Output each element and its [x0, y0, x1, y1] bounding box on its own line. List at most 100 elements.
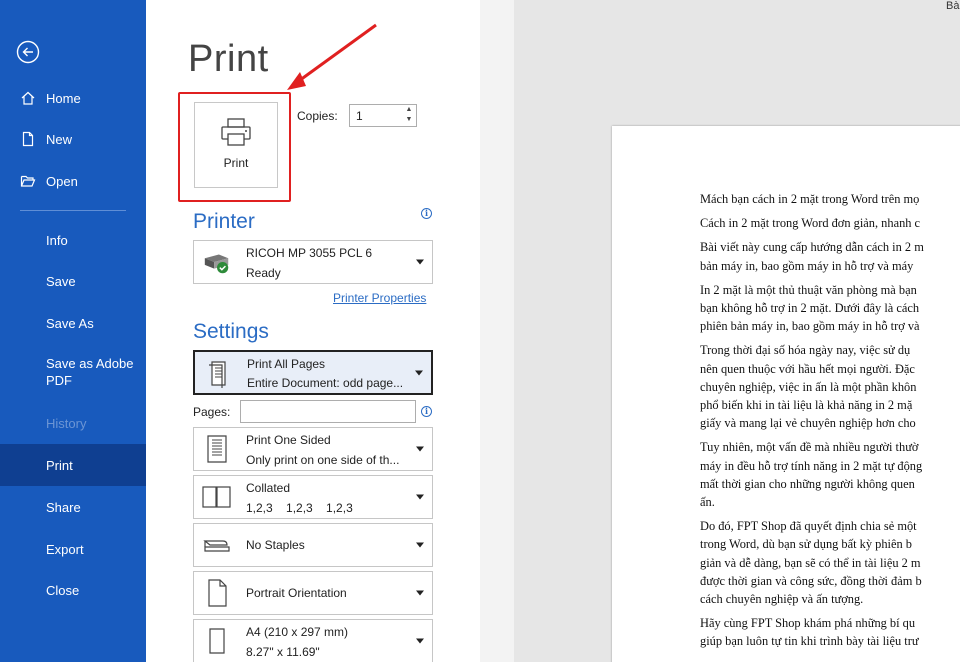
preview-line: Tuy nhiên, một vấn đề mà nhiều người thư… — [700, 440, 919, 455]
dropdown-arrow-icon — [415, 370, 423, 375]
nav-item-history: History — [0, 404, 146, 442]
spin-buttons[interactable]: ▲ ▼ — [402, 105, 416, 126]
preview-paragraph: Trong thời đại số hóa ngày nay, việc sử … — [700, 341, 960, 432]
nav-label: Export — [46, 541, 84, 557]
option-line2: 8.27" x 11.69" — [246, 645, 320, 659]
orientation-dropdown[interactable]: Portrait Orientation — [193, 571, 433, 615]
nav-item-open[interactable]: Open — [0, 162, 146, 200]
paper-size-dropdown[interactable]: A4 (210 x 297 mm) 8.27" x 11.69" — [193, 619, 433, 662]
preview-line: Cách in 2 mặt trong Word đơn giản, nhanh… — [700, 216, 921, 231]
dropdown-arrow-icon — [416, 494, 424, 500]
preview-line: In 2 mặt là một thủ thuật văn phòng mà b… — [700, 282, 917, 297]
nav-label: Save As — [46, 315, 94, 331]
nav-label: Share — [46, 499, 81, 515]
settings-section-title: Settings — [193, 320, 269, 343]
preview-text: Mách bạn cách in 2 mặt trong Word trên m… — [700, 190, 960, 657]
folder-open-icon — [20, 173, 36, 189]
chevron-down-icon[interactable]: ▼ — [402, 115, 416, 125]
chevron-up-icon[interactable]: ▲ — [402, 105, 416, 115]
back-arrow-icon[interactable] — [16, 40, 40, 64]
preview-line: giản và dễ dàng, bạn sẽ có thể in tài li… — [700, 555, 921, 570]
nav-item-export[interactable]: Export — [0, 530, 146, 568]
nav-item-save[interactable]: Save — [0, 262, 146, 300]
nav-item-home[interactable]: Home — [0, 79, 146, 117]
printer-icon — [221, 118, 251, 146]
home-icon — [20, 90, 36, 106]
nav-item-print[interactable]: Print — [0, 444, 146, 486]
staple-dropdown[interactable]: No Staples — [193, 523, 433, 567]
preview-line: trong Word, dù bạn sử dụng bất kỳ phiên … — [700, 537, 912, 552]
nav-item-save-as[interactable]: Save As — [0, 304, 146, 342]
paper-size-icon — [202, 626, 232, 656]
sides-dropdown[interactable]: Print One Sided Only print on one side o… — [193, 427, 433, 471]
printer-dropdown[interactable]: RICOH MP 3055 PCL 6 Ready — [193, 240, 433, 284]
nav-item-share[interactable]: Share — [0, 488, 146, 526]
info-icon[interactable]: i — [421, 406, 432, 417]
preview-paragraph: Do đó, FPT Shop đã quyết định chia sẻ mộ… — [700, 517, 960, 608]
preview-line: bạn không hỗ trợ in 2 mặt. Dưới đây là c… — [700, 301, 920, 316]
printer-status: Ready — [246, 266, 281, 280]
preview-line: mất thời gian cho những người không quen — [700, 476, 915, 491]
preview-line: cách chuyên nghiệp và ấn tượng. — [700, 592, 864, 607]
nav-label: History — [46, 415, 87, 431]
collation-dropdown[interactable]: Collated 1,2,3 1,2,3 1,2,3 — [193, 475, 433, 519]
preview-line: Trong thời đại số hóa ngày nay, việc sử … — [700, 343, 911, 358]
preview-page: Mách bạn cách in 2 mặt trong Word trên m… — [612, 126, 960, 662]
printer-name: RICOH MP 3055 PCL 6 — [246, 246, 373, 260]
preview-line: máy in đều hỗ trợ tính năng in 2 mặt tự … — [700, 458, 923, 473]
preview-line: chuyên nghiệp, việc in ấn là một phần kh… — [700, 379, 917, 394]
preview-line: giấy và mang lại vẻ chuyên nghiệp hơn ch… — [700, 416, 916, 431]
document-pages-icon — [203, 358, 233, 388]
dropdown-arrow-icon — [416, 638, 424, 644]
nav-label: Print — [46, 457, 73, 473]
print-range-dropdown[interactable]: Print All Pages Entire Document: odd pag… — [193, 350, 433, 395]
preview-line: Bài viết này cung cấp hướng dẫn cách in … — [700, 240, 924, 255]
backstage-nav: Home New Open Info Save Save As Save as … — [0, 0, 146, 662]
nav-label: Save as Adobe PDF — [46, 356, 134, 388]
printer-ready-icon — [202, 247, 232, 277]
nav-label: Save — [46, 273, 76, 289]
preview-paragraph: Hãy cùng FPT Shop khám phá những bí qu gi… — [700, 614, 960, 650]
nav-label: Home — [46, 90, 81, 106]
preview-line: phiên bản máy in, bao gồm máy in hỗ trợ … — [700, 319, 920, 334]
option-line2: Only print on one side of th... — [246, 453, 400, 467]
dropdown-arrow-icon — [416, 259, 424, 265]
nav-item-new[interactable]: New — [0, 120, 146, 158]
preview-paragraph: Mách bạn cách in 2 mặt trong Word trên m… — [700, 190, 960, 208]
nav-label: Info — [46, 232, 68, 248]
info-icon[interactable]: i — [421, 208, 432, 219]
dropdown-arrow-icon — [416, 590, 424, 596]
option-line1: Collated — [246, 481, 291, 495]
preview-line: ấn. — [700, 495, 715, 510]
one-sided-icon — [202, 434, 232, 464]
nav-item-save-as-adobe-pdf[interactable]: Save as Adobe PDF — [0, 351, 146, 395]
preview-paragraph: In 2 mặt là một thủ thuật văn phòng mà b… — [700, 281, 960, 336]
stapler-icon — [202, 530, 232, 560]
option-line1: A4 (210 x 297 mm) — [246, 625, 349, 639]
copies-value[interactable]: 1 — [350, 109, 402, 123]
nav-item-close[interactable]: Close — [0, 571, 146, 609]
page-title: Print — [188, 38, 269, 80]
pages-input[interactable] — [240, 400, 416, 423]
preview-line: Hãy cùng FPT Shop khám phá những bí qu — [700, 616, 916, 631]
printer-properties-link[interactable]: Printer Properties — [333, 291, 426, 305]
nav-item-info[interactable]: Info — [0, 221, 146, 259]
new-document-icon — [20, 131, 36, 147]
printer-section-title: Printer — [193, 210, 255, 233]
preview-line: phổ biến khi in tài liệu là khả năng in … — [700, 398, 913, 413]
preview-paragraph: Tuy nhiên, một vấn đề mà nhiều người thư… — [700, 438, 960, 511]
preview-paragraph: Bài viết này cung cấp hướng dẫn cách in … — [700, 238, 960, 274]
preview-gutter — [480, 0, 514, 662]
copies-stepper[interactable]: 1 ▲ ▼ — [349, 104, 417, 127]
preview-line: giúp bạn luôn tự tin khi trình bày tài l… — [700, 634, 919, 649]
dropdown-arrow-icon — [416, 446, 424, 452]
option-line1: Portrait Orientation — [246, 586, 347, 600]
print-button[interactable]: Print — [194, 102, 278, 188]
option-line2: Entire Document: odd page... — [247, 376, 404, 390]
option-line1: Print One Sided — [246, 433, 331, 447]
nav-label: Open — [46, 173, 78, 189]
option-line2: 1,2,3 1,2,3 1,2,3 — [246, 501, 353, 515]
collated-icon — [202, 482, 232, 512]
print-button-label: Print — [223, 156, 249, 170]
pages-label: Pages: — [193, 405, 231, 419]
